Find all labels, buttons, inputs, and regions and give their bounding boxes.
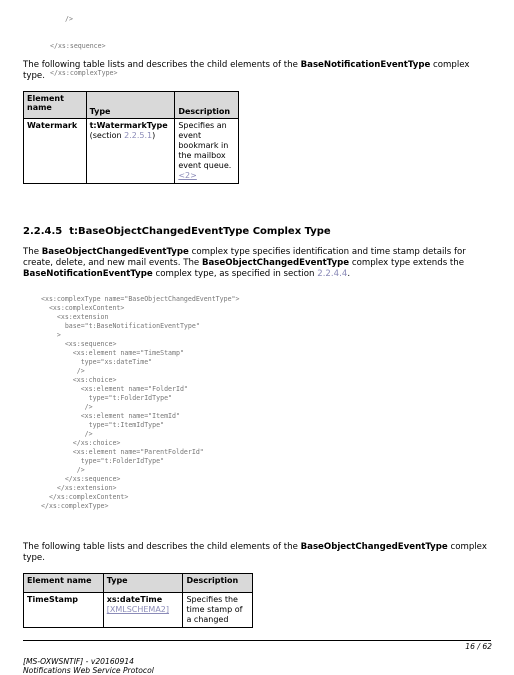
table-header-row: Element name Type Description xyxy=(23,91,239,119)
code-line: type="t:FolderIdType" xyxy=(41,394,173,402)
code-line: </xs:sequence> xyxy=(41,475,121,483)
cell-element-name: TimeStamp xyxy=(23,592,104,628)
code-line: > xyxy=(41,331,61,339)
code-line: <xs:element name="FolderId" xyxy=(41,385,188,393)
cell-type: t:WatermarkType (section 2.2.5.1) xyxy=(85,118,176,184)
header-description: Description xyxy=(182,573,253,593)
intro-bold-type: BaseObjectChangedEventType xyxy=(300,542,448,552)
table-header-row: Element name Type Description xyxy=(23,573,253,593)
cell-type: xs:dateTime [XMLSCHEMA2] xyxy=(102,592,184,628)
code-line: type="t:ItemIdType" xyxy=(41,421,165,429)
section-link[interactable]: 2.2.5.1 xyxy=(124,131,152,140)
code-line: type="t:FolderIdType" xyxy=(41,457,165,465)
code-line: </xs:choice> xyxy=(41,439,121,447)
header-element-name: Element name xyxy=(23,91,87,119)
code-line: type="xs:dateTime" xyxy=(41,358,153,366)
code-line: /> xyxy=(41,430,93,438)
code-line: </xs:complexContent> xyxy=(41,493,129,501)
child-elements-table-1: Element name Type Description Watermark … xyxy=(23,91,239,184)
code-line: <xs:complexType name="BaseObjectChangedE… xyxy=(41,295,240,303)
cell-description: Specifies an event bookmark in the mailb… xyxy=(174,118,239,184)
page-number: 16 / 62 xyxy=(465,642,492,651)
code-line: </xs:sequence> xyxy=(50,42,106,50)
section-title: t:BaseObjectChangedEventType Complex Typ… xyxy=(69,226,331,237)
header-type: Type xyxy=(85,91,176,119)
code-line: <xs:element name="ItemId" xyxy=(41,412,180,420)
code-line: /> xyxy=(65,15,73,23)
header-type: Type xyxy=(102,573,184,593)
table2-intro: The following table lists and describes … xyxy=(23,542,487,563)
code-line: /> xyxy=(41,367,85,375)
code-line: <xs:choice> xyxy=(41,376,117,384)
footer-doc-id: [MS-OXWSNTIF] - v20160914 xyxy=(23,657,134,666)
intro-text: The following table lists and describes … xyxy=(23,60,301,70)
code-line: </xs:complexType> xyxy=(41,502,109,510)
table-row: Watermark t:WatermarkType (section 2.2.5… xyxy=(23,118,239,184)
child-elements-table-2: Element name Type Description TimeStamp … xyxy=(23,573,253,628)
section-heading: 2.2.4.5 t:BaseObjectChangedEventType Com… xyxy=(23,226,331,237)
footer-doc-info: [MS-OXWSNTIF] - v20160914 Notifications … xyxy=(23,657,154,675)
code-line: </xs:extension> xyxy=(41,484,117,492)
schema-code-block: <xs:complexType name="BaseObjectChangedE… xyxy=(41,295,240,511)
cell-element-name: Watermark xyxy=(23,118,87,184)
code-line: /> xyxy=(41,466,85,474)
section-number: 2.2.4.5 xyxy=(23,226,63,237)
code-line: <xs:element name="ParentFolderId" xyxy=(41,448,204,456)
code-line: <xs:extension xyxy=(41,313,109,321)
section-link[interactable]: 2.2.4.4 xyxy=(317,269,347,279)
header-element-name: Element name xyxy=(23,573,104,593)
table-row: TimeStamp xs:dateTime [XMLSCHEMA2] Speci… xyxy=(23,592,253,628)
footer-rule xyxy=(23,640,491,641)
code-line: <xs:sequence> xyxy=(41,340,117,348)
code-line: <xs:complexContent> xyxy=(41,304,125,312)
type-name: t:WatermarkType xyxy=(89,121,168,130)
code-line: <xs:element name="TimeStamp" xyxy=(41,349,184,357)
cell-description: Specifies the time stamp of a changed xyxy=(182,592,253,628)
code-line: /> xyxy=(41,403,93,411)
intro-bold-type: BaseNotificationEventType xyxy=(300,60,431,70)
header-description: Description xyxy=(174,91,239,119)
reference-link[interactable]: [XMLSCHEMA2] xyxy=(107,605,169,614)
footnote-link[interactable]: <2> xyxy=(178,171,197,180)
code-line: base="t:BaseNotificationEventType" xyxy=(41,322,200,330)
table1-intro: The following table lists and describes … xyxy=(23,60,493,82)
footer-doc-title: Notifications Web Service Protocol xyxy=(23,666,154,675)
type-description-paragraph: The BaseObjectChangedEventType complex t… xyxy=(23,247,466,279)
